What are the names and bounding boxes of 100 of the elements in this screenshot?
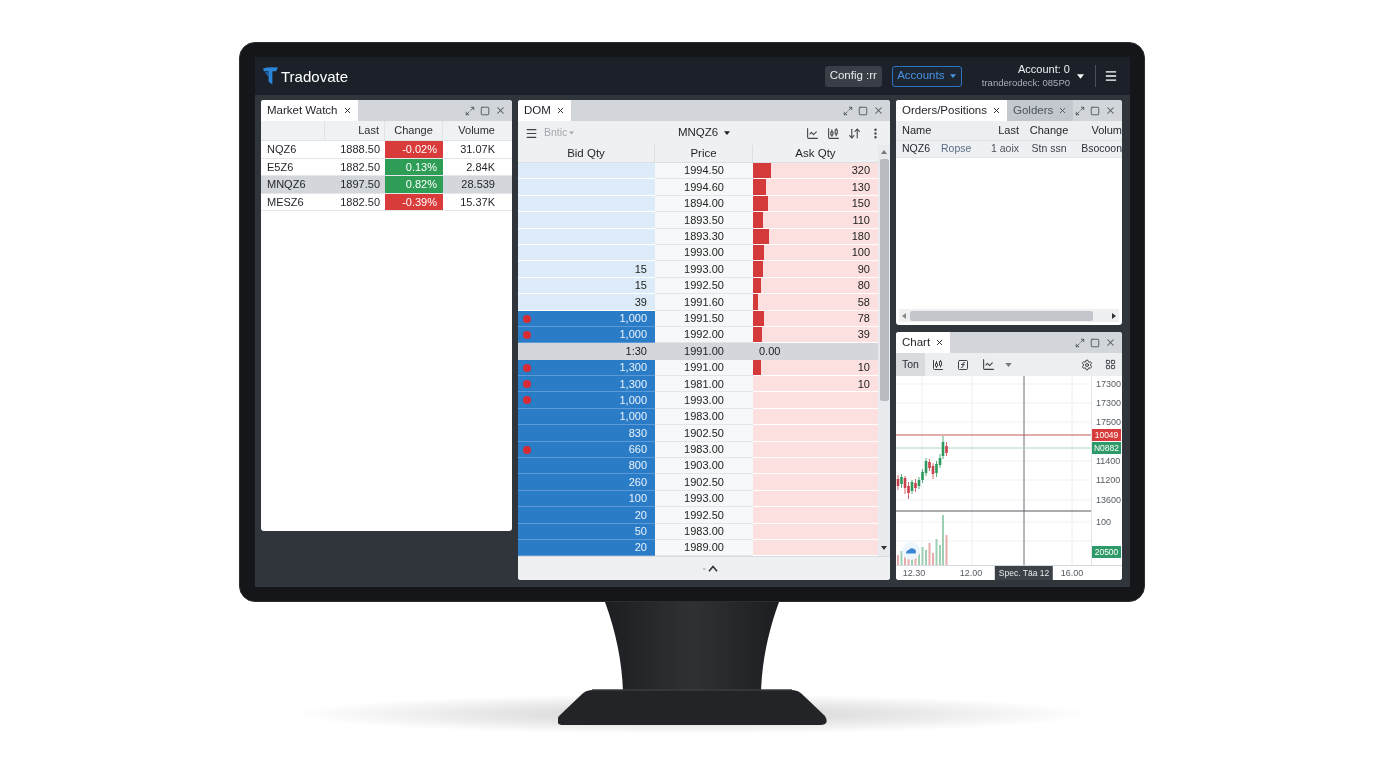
horizontal-scrollbar[interactable]	[899, 309, 1119, 322]
table-cell-text: Bsocoon	[1080, 141, 1122, 157]
menu-icon[interactable]	[1104, 69, 1118, 83]
price-cell[interactable]: 1981.00	[655, 376, 753, 393]
close-tab-icon[interactable]	[555, 106, 565, 115]
logo-text: Tradovate	[281, 69, 348, 85]
ask-cell[interactable]: 320	[753, 163, 878, 180]
interval-button[interactable]: Ton	[896, 353, 925, 376]
ask-cell[interactable]: 130	[753, 179, 878, 196]
ask-qty: 10	[857, 360, 870, 376]
scroll-right-icon[interactable]	[1112, 312, 1116, 319]
column-header[interactable]: Last	[325, 121, 385, 140]
ask-cell[interactable]	[753, 425, 878, 442]
scroll-down-icon[interactable]	[881, 546, 887, 551]
ask-cell[interactable]	[753, 392, 878, 409]
table-row[interactable]: NQZ6 1888.50 -0.02% 31.07K	[261, 141, 512, 159]
price-cell[interactable]: 1993.00	[655, 261, 753, 278]
panel-tab[interactable]: DOM	[518, 100, 571, 121]
grid-icon[interactable]	[1105, 359, 1116, 370]
close-tab-icon[interactable]	[342, 106, 352, 115]
table-cell-text: 28.539	[460, 177, 496, 192]
close-tab-icon[interactable]	[935, 338, 945, 347]
expand-icon[interactable]	[843, 105, 853, 116]
expand-icon[interactable]	[465, 105, 475, 116]
bid-cell[interactable]: 1,000	[518, 392, 655, 409]
candlestick-icon[interactable]	[932, 358, 944, 371]
ask-cell[interactable]: 90	[753, 261, 878, 278]
ask-cell[interactable]: 10	[753, 376, 878, 393]
expand-icon[interactable]	[1075, 105, 1085, 116]
close-icon[interactable]	[1105, 337, 1116, 348]
symbol-dropdown[interactable]: MNQZ6	[677, 124, 731, 142]
maximize-icon[interactable]	[1090, 105, 1100, 116]
column-header[interactable]: Volume	[443, 121, 500, 140]
ask-cell[interactable]	[753, 458, 878, 475]
line-chart-icon[interactable]	[806, 126, 819, 140]
bid-cell[interactable]: 20	[518, 507, 655, 524]
time-label: 12.00	[959, 567, 983, 579]
bid-cell[interactable]: 260	[518, 474, 655, 491]
column-header[interactable]: Change	[1019, 122, 1079, 139]
change-cell: -0.02%	[385, 141, 443, 158]
ask-cell[interactable]: 110	[753, 212, 878, 229]
bid-qty: 15	[634, 261, 647, 277]
price-cell[interactable]: 1903.00	[655, 458, 753, 475]
price-cell[interactable]: 1893.50	[655, 212, 753, 229]
ask-cell[interactable]	[753, 474, 878, 491]
maximize-icon[interactable]	[1090, 337, 1100, 348]
bid-cell[interactable]	[518, 179, 655, 196]
bid-qty: 1,000	[619, 409, 647, 425]
table-row[interactable]: MNQZ6 1897.50 0.82% 28.539	[261, 176, 512, 194]
table-cell-text: 2.84K	[465, 159, 496, 175]
ask-cell[interactable]	[753, 507, 878, 524]
scrollbar[interactable]	[878, 145, 890, 557]
line-chart-icon[interactable]	[982, 358, 995, 371]
function-icon[interactable]	[957, 358, 969, 371]
price-cell[interactable]: 1992.50	[655, 507, 753, 524]
bid-qty: 1,000	[619, 392, 647, 408]
bid-cell[interactable]	[518, 163, 655, 180]
column-header[interactable]: Volum	[1079, 122, 1122, 139]
column-header[interactable]: Name	[896, 122, 941, 139]
maximize-icon[interactable]	[858, 105, 868, 116]
price-cell[interactable]: 1994.50	[655, 163, 753, 180]
table-cell-text: MNQZ6	[266, 177, 307, 192]
accounts-dropdown[interactable]: Accounts	[891, 65, 962, 87]
table-row[interactable]: NQZ6 Ropse 1 aoix Stn ssn Bsocoon	[896, 141, 1122, 158]
chevron-up-icon[interactable]	[703, 565, 719, 573]
panel-tab[interactable]: Chart	[896, 332, 951, 353]
close-tab-icon[interactable]	[992, 106, 1001, 115]
settings-icon[interactable]	[1081, 358, 1093, 371]
price-cell[interactable]: 1902.50	[655, 425, 753, 442]
bid-cell[interactable]	[518, 212, 655, 229]
panel-tab[interactable]: Orders/Positions	[896, 100, 1007, 121]
up-down-arrows-icon[interactable]	[848, 126, 861, 140]
column-header[interactable]: Change	[385, 121, 443, 140]
scrollbar-thumb[interactable]	[879, 159, 889, 401]
candlestick-icon[interactable]	[827, 126, 840, 140]
price-cell[interactable]: 1902.50	[655, 474, 753, 491]
maximize-icon[interactable]	[480, 105, 490, 116]
bid-cell[interactable]: 1,300	[518, 376, 655, 393]
scrollbar-thumb[interactable]	[910, 310, 1093, 321]
bid-qty: 1,000	[619, 327, 647, 343]
column-header[interactable]: Last	[981, 122, 1019, 139]
bid-cell[interactable]: 800	[518, 458, 655, 475]
scroll-up-icon[interactable]	[881, 150, 887, 154]
bid-cell[interactable]: 39	[518, 294, 655, 311]
expand-icon[interactable]	[1075, 337, 1085, 348]
bid-cell[interactable]: 15	[518, 261, 655, 278]
bid-cell[interactable]: 830	[518, 425, 655, 442]
close-icon[interactable]	[873, 105, 884, 116]
scroll-left-icon[interactable]	[902, 312, 906, 319]
table-cell-text: 1:30	[624, 344, 648, 360]
price-cell[interactable]: 1991.60	[655, 294, 753, 311]
price-cell[interactable]: 1994.60	[655, 179, 753, 196]
panel-tab[interactable]: Golders	[1007, 100, 1074, 121]
ask-cell[interactable]: 58	[753, 294, 878, 311]
close-icon[interactable]	[495, 105, 506, 116]
panel-tab[interactable]: Market Watch	[261, 100, 358, 121]
price-cell[interactable]: 1993.00	[655, 392, 753, 409]
close-icon[interactable]	[1105, 105, 1116, 116]
menu-icon[interactable]	[525, 126, 538, 140]
config-button[interactable]: Config :rr	[824, 65, 882, 87]
